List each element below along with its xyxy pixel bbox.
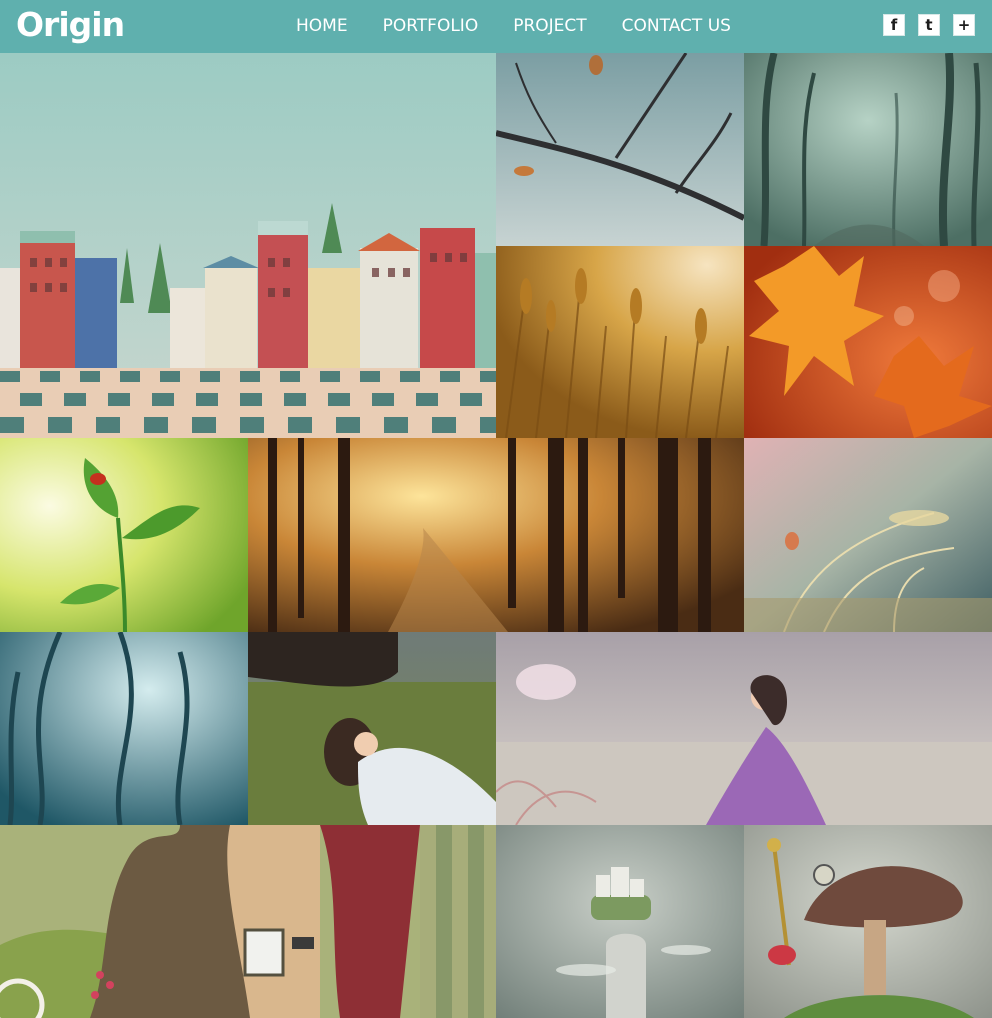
gallery-image-autumn-leaves[interactable] [744, 246, 992, 438]
gallery-image-bare-branch[interactable] [496, 53, 744, 246]
girl-purple-dress-image [496, 632, 992, 825]
nav-home[interactable]: HOME [296, 0, 348, 53]
misty-forest-image [744, 53, 992, 246]
sunlit-forest-image [248, 438, 744, 632]
gallery-image-mushroom-lamp[interactable] [744, 825, 992, 1018]
gallery-image-seedling[interactable] [0, 438, 248, 632]
nav-contact-us[interactable]: CONTACT US [622, 0, 731, 53]
bare-branch-image [496, 53, 744, 246]
toy-town-illustration [0, 53, 496, 438]
autumn-leaves-image [744, 246, 992, 438]
gallery-image-girl-purple-dress[interactable] [496, 632, 992, 825]
nav-portfolio[interactable]: PORTFOLIO [383, 0, 479, 53]
golden-wheat-image [496, 246, 744, 438]
gallery-image-misty-forest[interactable] [744, 53, 992, 246]
gallery-image-castle-tower[interactable] [496, 825, 744, 1018]
tree-house-image [0, 825, 496, 1018]
gallery-image-toy-town[interactable] [0, 53, 496, 438]
main-nav: HOME PORTFOLIO PROJECT CONTACT US [296, 0, 766, 53]
castle-tower-image [496, 825, 744, 1018]
gallery-image-sunlit-forest[interactable] [248, 438, 744, 632]
wheat-butterfly-image [744, 438, 992, 632]
twitter-icon[interactable]: t [918, 14, 940, 36]
gallery-image-tree-house[interactable] [0, 825, 496, 1018]
gallery-image-wheat-butterfly[interactable] [744, 438, 992, 632]
blue-mist-image [0, 632, 248, 825]
gallery-image-golden-wheat[interactable] [496, 246, 744, 438]
gallery-image-girl-horse[interactable] [248, 632, 496, 825]
facebook-icon[interactable]: f [883, 14, 905, 36]
gallery-image-blue-mist[interactable] [0, 632, 248, 825]
social-links: f t + [883, 14, 975, 36]
site-header: Origin HOME PORTFOLIO PROJECT CONTACT US… [0, 0, 992, 53]
nav-project[interactable]: PROJECT [513, 0, 586, 53]
logo-text: Origin [16, 5, 125, 44]
seedling-image [0, 438, 248, 632]
mushroom-lamp-image [744, 825, 992, 1018]
plus-icon[interactable]: + [953, 14, 975, 36]
girl-horse-image [248, 632, 496, 825]
logo[interactable]: Origin [16, 5, 125, 45]
